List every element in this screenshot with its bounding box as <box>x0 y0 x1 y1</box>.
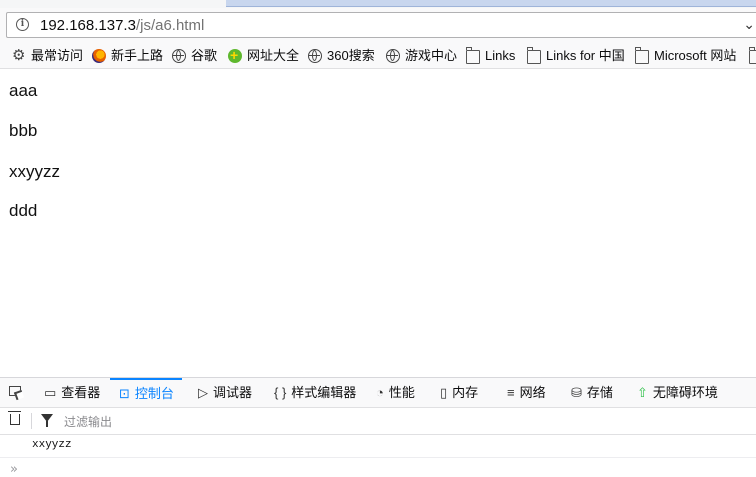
tab-label: 查看器 <box>61 385 101 400</box>
bookmark-label: 游戏中心 <box>405 48 458 63</box>
folder-icon <box>635 46 649 64</box>
tab-label: 网络 <box>519 385 546 400</box>
console-icon: ⊡ <box>119 386 130 401</box>
bookmark-label: Microsoft 网站 <box>654 48 737 63</box>
tab-inspector[interactable]: ▭ 查看器 <box>44 378 100 407</box>
globe-icon <box>308 49 322 63</box>
bookmark-label: 360搜索 <box>327 48 375 63</box>
tab-console[interactable]: ⊡ 控制台 <box>110 378 182 407</box>
chevron-down-icon[interactable]: ⌄ <box>743 16 755 33</box>
bookmark-label: 新手上路 <box>111 48 164 63</box>
tab-accessibility[interactable]: ⇧ 无障碍环境 <box>637 378 718 407</box>
tab-label: 调试器 <box>213 385 253 400</box>
url-text[interactable]: 192.168.137.3/js/a6.html <box>40 17 204 34</box>
style-editor-icon: { } <box>274 385 287 400</box>
bookmarks-toolbar: ⚙ 最常访问 新手上路 谷歌 网址大全 360搜索 游戏中心 Links Link… <box>0 44 756 69</box>
tab-label: 存储 <box>586 385 613 400</box>
devtools-toolbar: ▭ 查看器 ⊡ 控制台 ▷ 调试器 { } 样式编辑器 ◔ 性能 ▯ 内存 ≡ 网络 ⛁ 存储 … <box>0 378 756 408</box>
bookmark-label: 最常访问 <box>31 48 84 63</box>
tab-label: 控制台 <box>134 386 174 401</box>
url-path: /js/a6.html <box>135 17 205 34</box>
console-filter-bar <box>0 408 756 435</box>
bookmark-microsoft[interactable]: Microsoft 网站 <box>635 46 737 65</box>
tab-strip <box>0 0 756 8</box>
network-icon: ≡ <box>507 385 515 400</box>
tab-label: 无障碍环境 <box>652 385 718 400</box>
tab-memory[interactable]: ▯ 内存 <box>440 378 478 407</box>
console-log-message: xxyyzz <box>32 439 72 451</box>
tab-debugger[interactable]: ▷ 调试器 <box>198 378 252 407</box>
element-picker-icon[interactable] <box>9 386 21 396</box>
bookmark-game-center[interactable]: 游戏中心 <box>386 47 457 65</box>
bookmark-links-china[interactable]: Links for 中国 <box>527 46 625 65</box>
page-content: aaa bbb xxyyzz ddd <box>0 69 756 377</box>
tab-label: 内存 <box>452 385 479 400</box>
tab-label: 样式编辑器 <box>291 385 357 400</box>
bookmark-getting-started[interactable]: 新手上路 <box>92 47 163 65</box>
performance-icon: ◔ <box>376 385 384 400</box>
inspector-icon: ▭ <box>44 385 57 400</box>
folder-icon <box>466 46 480 64</box>
tab-performance[interactable]: ◔ 性能 <box>376 378 415 407</box>
green-plus-icon <box>228 46 242 64</box>
filter-output-input[interactable] <box>62 411 746 432</box>
bookmark-label: 谷歌 <box>191 48 218 63</box>
globe-icon <box>386 49 400 63</box>
tab-storage[interactable]: ⛁ 存储 <box>571 378 613 407</box>
content-line: ddd <box>9 201 38 220</box>
trash-icon[interactable] <box>8 411 21 425</box>
tab-label: 性能 <box>388 385 415 400</box>
devtools-panel: ▭ 查看器 ⊡ 控制台 ▷ 调试器 { } 样式编辑器 ◔ 性能 ▯ 内存 ≡ 网络 ⛁ 存储 … <box>0 377 756 477</box>
info-icon[interactable]: i <box>16 18 29 31</box>
url-host: 192.168.137.3 <box>40 17 136 34</box>
active-tab-highlight <box>226 0 756 7</box>
tab-network[interactable]: ≡ 网络 <box>507 378 546 407</box>
folder-icon <box>749 46 756 64</box>
content-line: bbb <box>9 121 38 140</box>
url-bar[interactable]: i 192.168.137.3/js/a6.html ⌄ <box>6 12 756 38</box>
debugger-icon: ▷ <box>198 385 208 400</box>
gear-icon: ⚙ <box>12 47 26 64</box>
storage-icon: ⛁ <box>571 385 582 400</box>
firefox-icon <box>92 49 106 63</box>
bookmark-label: Links for 中国 <box>546 48 625 63</box>
content-line: xxyyzz <box>9 162 60 181</box>
globe-icon <box>172 49 186 63</box>
navigation-bar: i 192.168.137.3/js/a6.html ⌄ <box>0 8 756 44</box>
bookmark-label: Links <box>485 48 516 63</box>
bookmark-links[interactable]: Links <box>466 46 516 65</box>
bookmark-360-search[interactable]: 360搜索 <box>308 47 375 65</box>
memory-icon: ▯ <box>440 385 448 400</box>
content-line: aaa <box>9 81 38 100</box>
console-log-row: xxyyzz <box>0 435 756 458</box>
filter-icon[interactable] <box>41 414 53 427</box>
bookmark-google[interactable]: 谷歌 <box>172 47 217 65</box>
divider <box>31 413 32 429</box>
tab-style-editor[interactable]: { } 样式编辑器 <box>274 378 356 407</box>
bookmark-hao[interactable]: 网址大全 <box>228 46 300 65</box>
bookmark-label: 网址大全 <box>247 48 300 63</box>
bookmark-overflow[interactable] <box>749 46 756 65</box>
accessibility-icon: ⇧ <box>637 385 648 400</box>
folder-icon <box>527 46 541 64</box>
bookmark-most-visited[interactable]: ⚙ 最常访问 <box>12 47 83 65</box>
